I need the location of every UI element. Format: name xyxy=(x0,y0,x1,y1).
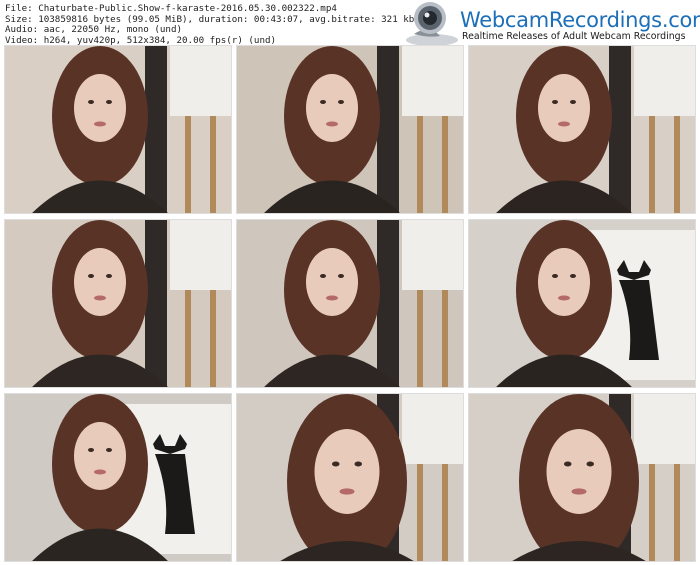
thumbnail-frame xyxy=(237,46,463,213)
thumbnail-frame xyxy=(237,220,463,387)
file-info: File: Chaturbate-Public.Show-f-karaste-2… xyxy=(5,3,425,46)
video-thumbnail xyxy=(236,219,464,388)
webcam-icon xyxy=(406,2,458,46)
video-thumbnail xyxy=(4,45,232,214)
video-thumbnail xyxy=(236,45,464,214)
video-thumbnail xyxy=(468,45,696,214)
file-name: File: Chaturbate-Public.Show-f-karaste-2… xyxy=(5,3,337,14)
logo-name: WebcamRecordings.com xyxy=(460,8,700,32)
thumbnail-frame xyxy=(5,46,231,213)
video-thumbnail xyxy=(4,219,232,388)
logo-tagline: Realtime Releases of Adult Webcam Record… xyxy=(462,31,686,42)
video-thumbnail xyxy=(4,393,232,562)
thumbnail-frame xyxy=(469,46,695,213)
video-thumbnail xyxy=(236,393,464,562)
thumbnail-frame xyxy=(237,394,463,561)
thumbnail-frame xyxy=(5,220,231,387)
site-logo: WebcamRecordings.com Realtime Releases o… xyxy=(400,0,700,48)
thumbnail-frame xyxy=(5,394,231,561)
video-thumbnail xyxy=(468,393,696,562)
thumbnail-frame xyxy=(469,394,695,561)
video-thumbnail xyxy=(468,219,696,388)
thumbnail-frame xyxy=(469,220,695,387)
